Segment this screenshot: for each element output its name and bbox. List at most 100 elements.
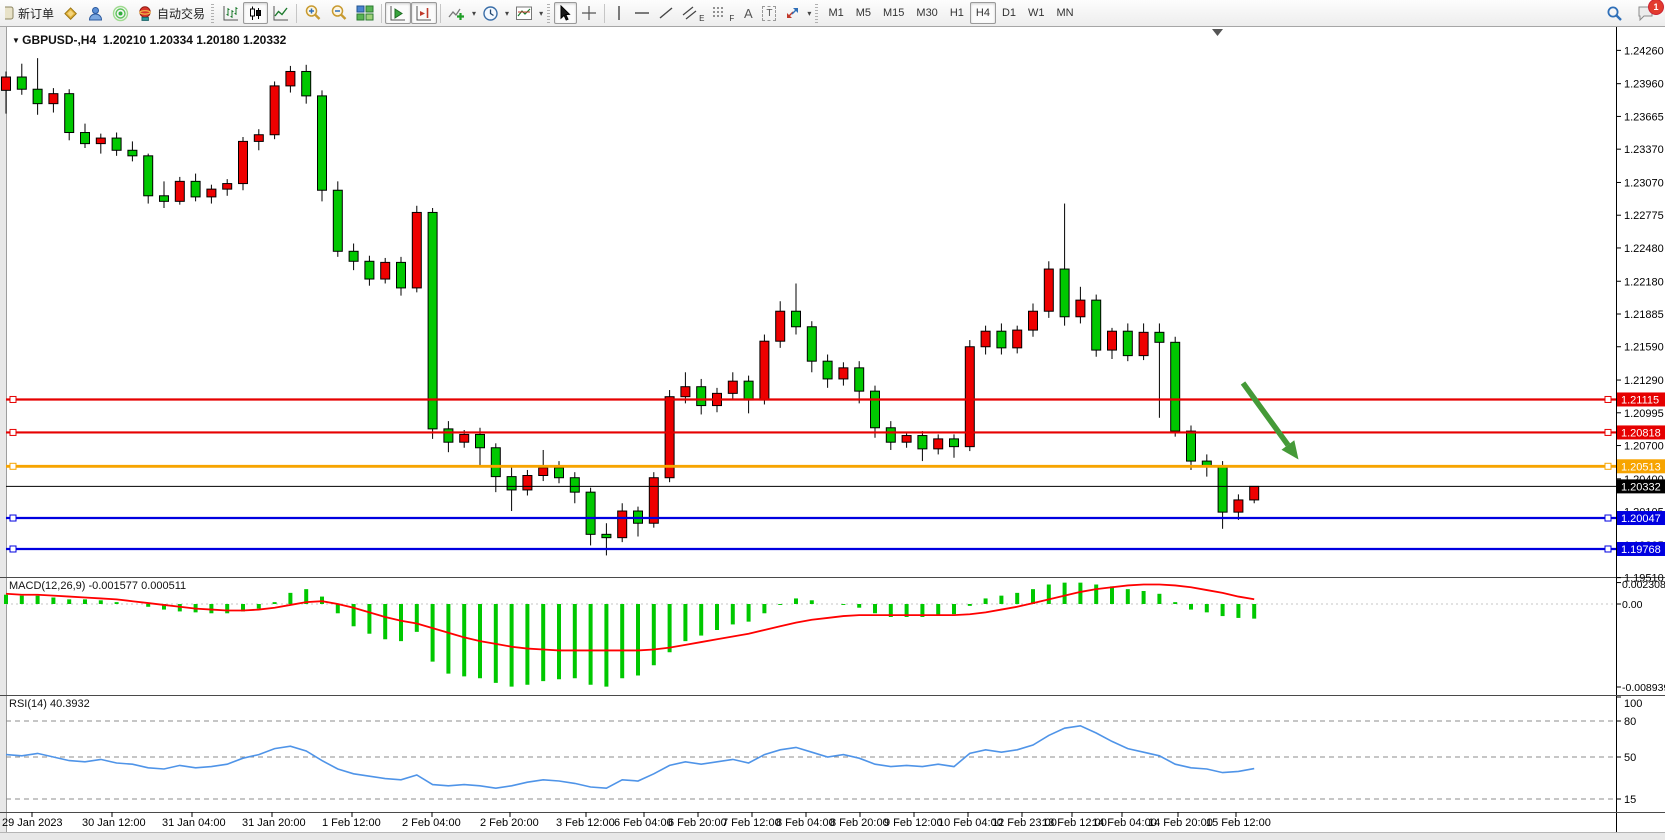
auto-trading-button[interactable]: 自动交易 <box>133 2 209 24</box>
toolbar-grip[interactable] <box>547 4 550 23</box>
timeframe-m5[interactable]: M5 <box>850 2 877 24</box>
candle-body <box>2 77 11 90</box>
fibonacci-icon <box>712 5 728 21</box>
candle-body <box>381 262 390 279</box>
timeframe-m15[interactable]: M15 <box>877 2 910 24</box>
candle-body <box>397 262 406 288</box>
candle-body <box>428 212 437 428</box>
indicators-dropdown-caret[interactable] <box>470 2 478 24</box>
chart-canvas[interactable]: 1.242601.239601.236651.233701.230701.227… <box>0 0 1665 840</box>
candle-body <box>839 368 848 379</box>
timeframe-mn[interactable]: MN <box>1051 2 1080 24</box>
timeframe-d1[interactable]: D1 <box>996 2 1022 24</box>
new-order-button[interactable]: 新订单 <box>1 2 58 24</box>
line-handle[interactable] <box>10 429 16 435</box>
fibonacci-tool-button[interactable]: F <box>708 2 738 24</box>
time-axis-label: 14 Feb 20:00 <box>1148 817 1213 829</box>
candle-body <box>823 361 832 379</box>
tile-windows-button[interactable] <box>352 2 378 24</box>
candle-body <box>1171 342 1180 431</box>
zoom-in-icon <box>304 4 322 22</box>
line-handle[interactable] <box>10 515 16 521</box>
chart-symbol: GBPUSD-,H4 <box>22 33 96 47</box>
template-icon <box>515 5 533 22</box>
periods-button[interactable] <box>478 2 503 24</box>
auto-scroll-icon <box>389 5 407 22</box>
periods-dropdown-caret[interactable] <box>503 2 511 24</box>
search-icon <box>1606 5 1623 22</box>
candle-body <box>555 468 564 478</box>
crosshair-icon <box>581 5 597 21</box>
candle-body <box>112 138 121 150</box>
line-handle[interactable] <box>1605 396 1611 402</box>
chart-shift-button[interactable] <box>411 2 437 24</box>
line-handle[interactable] <box>1605 515 1611 521</box>
crosshair-tool-button[interactable] <box>577 2 601 24</box>
chart-shift-icon <box>415 5 433 22</box>
candle-body <box>239 141 248 183</box>
timeframe-m30[interactable]: M30 <box>910 2 943 24</box>
timeframe-h4[interactable]: H4 <box>970 2 996 24</box>
time-axis-label: 15 Feb 12:00 <box>1206 817 1271 829</box>
styler-button[interactable] <box>58 2 83 24</box>
cursor-tool-button[interactable] <box>554 2 577 24</box>
time-axis-label: 2 Feb 04:00 <box>402 817 461 829</box>
line-handle[interactable] <box>1605 546 1611 552</box>
candlestick-icon <box>247 5 264 22</box>
candle-body <box>1139 332 1148 355</box>
zoom-out-button[interactable] <box>326 2 352 24</box>
templates-dropdown-caret[interactable] <box>537 2 545 24</box>
label-tool-button[interactable]: T <box>758 2 780 24</box>
timeframe-h1[interactable]: H1 <box>944 2 970 24</box>
zoom-in-button[interactable] <box>300 2 326 24</box>
notifications-button[interactable]: 1 <box>1633 2 1659 24</box>
signal-button[interactable] <box>108 2 133 24</box>
line-handle[interactable] <box>10 463 16 469</box>
main-toolbar: 新订单 自动交易 <box>0 0 1665 27</box>
candle-body <box>365 261 374 279</box>
time-axis-label: 8 Feb 04:00 <box>776 817 835 829</box>
candle-body <box>491 448 500 477</box>
macd-label: MACD(12,26,9) -0.001577 0.000511 <box>9 580 186 592</box>
vline-tool-button[interactable] <box>608 2 630 24</box>
line-handle[interactable] <box>10 546 16 552</box>
chart-title[interactable]: GBPUSD-,H4 1.20210 1.20334 1.20180 1.203… <box>12 33 286 47</box>
arrows-dropdown-caret[interactable] <box>805 2 813 24</box>
candle-body <box>254 135 263 142</box>
timeframe-w1[interactable]: W1 <box>1022 2 1051 24</box>
toolbar-grip[interactable] <box>211 4 214 23</box>
chart-bars-button[interactable] <box>218 2 243 24</box>
timeframe-m1[interactable]: M1 <box>822 2 849 24</box>
toolbar-grip[interactable] <box>815 4 818 23</box>
text-tool-button[interactable]: A <box>738 2 758 24</box>
trendline-tool-button[interactable] <box>654 2 678 24</box>
candle-body <box>318 96 327 190</box>
candle-body <box>128 150 137 156</box>
candle-body <box>1123 331 1132 355</box>
toolbar-separator <box>381 4 382 23</box>
candle-body <box>886 428 895 442</box>
candle-body <box>333 190 342 251</box>
hline-tool-button[interactable] <box>630 2 654 24</box>
candle-body <box>902 436 911 443</box>
line-handle[interactable] <box>1605 463 1611 469</box>
line-handle[interactable] <box>1605 429 1611 435</box>
toolbar-separator <box>296 4 297 23</box>
chart-line-button[interactable] <box>268 2 293 24</box>
indicators-button[interactable] <box>444 2 470 24</box>
time-axis-label: 2 Feb 20:00 <box>480 817 539 829</box>
time-axis-label: 6 Feb 04:00 <box>614 817 673 829</box>
auto-scroll-button[interactable] <box>385 2 411 24</box>
line-handle[interactable] <box>10 396 16 402</box>
search-button[interactable] <box>1602 2 1627 24</box>
candle-body <box>144 156 153 196</box>
channel-tool-button[interactable]: E <box>678 2 708 24</box>
toolbar-right-group: 1 <box>1602 2 1659 24</box>
arrows-tool-button[interactable] <box>780 2 805 24</box>
candle-body <box>223 184 232 190</box>
chart-candles-button[interactable] <box>243 2 268 24</box>
candle-body <box>744 381 753 400</box>
profile-button[interactable] <box>83 2 108 24</box>
candle-body <box>918 436 927 449</box>
templates-button[interactable] <box>511 2 537 24</box>
